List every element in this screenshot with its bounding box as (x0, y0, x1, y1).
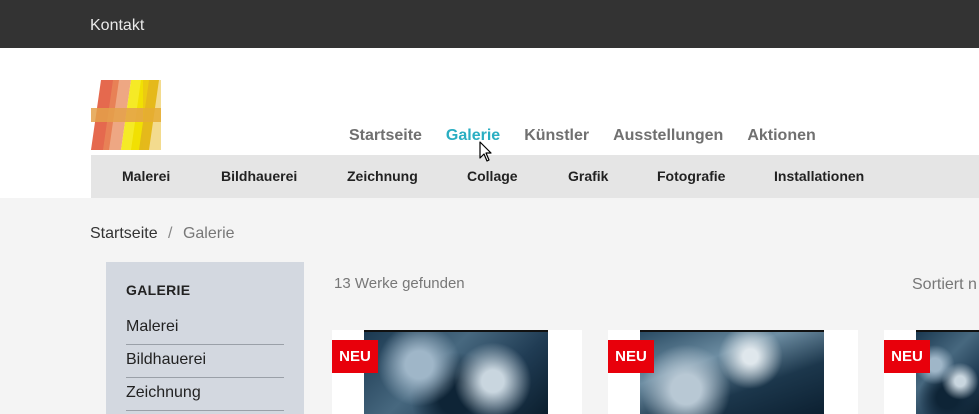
contact-link[interactable]: Kontakt (90, 17, 144, 35)
sidebar-item-bildhauerei[interactable]: Bildhauerei (126, 345, 284, 378)
subnav-fotografie[interactable]: Fotografie (657, 168, 725, 184)
main-navigation: Startseite Galerie Künstler Ausstellunge… (349, 127, 840, 145)
new-badge: NEU (608, 340, 654, 373)
nav-kuenstler[interactable]: Künstler (524, 127, 589, 145)
breadcrumb: Startseite / Galerie (90, 225, 235, 243)
subnav-zeichnung[interactable]: Zeichnung (347, 168, 418, 184)
subnav-malerei[interactable]: Malerei (122, 168, 170, 184)
breadcrumb-home[interactable]: Startseite (90, 225, 158, 242)
subnav-grafik[interactable]: Grafik (568, 168, 608, 184)
new-badge: NEU (332, 340, 378, 373)
logo[interactable] (91, 80, 161, 150)
nav-startseite[interactable]: Startseite (349, 127, 422, 145)
artwork-card[interactable]: NEU (332, 330, 582, 414)
breadcrumb-separator: / (168, 225, 173, 242)
category-navigation: Malerei Bildhauerei Zeichnung Collage Gr… (91, 155, 979, 198)
sidebar-item-zeichnung[interactable]: Zeichnung (126, 378, 284, 411)
breadcrumb-current: Galerie (182, 225, 235, 242)
subnav-bildhauerei[interactable]: Bildhauerei (221, 168, 297, 184)
sidebar-item-malerei[interactable]: Malerei (126, 312, 284, 345)
sort-dropdown[interactable]: Sortiert n (912, 276, 977, 294)
sidebar-item-label: Bildhauerei (126, 351, 207, 368)
subnav-installationen[interactable]: Installationen (774, 168, 864, 184)
nav-aktionen[interactable]: Aktionen (747, 127, 815, 145)
artwork-card[interactable]: NEU (884, 330, 979, 414)
artwork-image[interactable] (640, 330, 824, 414)
artwork-image[interactable] (364, 330, 548, 414)
subnav-collage[interactable]: Collage (467, 168, 518, 184)
sidebar-item-label: Malerei (126, 318, 179, 335)
top-bar: Kontakt (0, 0, 979, 48)
result-count: 13 Werke gefunden (334, 275, 465, 292)
sidebar-item-label: Zeichnung (126, 384, 201, 401)
mouse-pointer-icon (479, 141, 492, 162)
new-badge: NEU (884, 340, 930, 373)
artwork-card[interactable]: NEU (608, 330, 858, 414)
sidebar-title: GALERIE (126, 282, 191, 298)
header: Startseite Galerie Künstler Ausstellunge… (0, 48, 979, 198)
nav-ausstellungen[interactable]: Ausstellungen (613, 127, 723, 145)
sidebar: GALERIE Malerei Bildhauerei Zeichnung (106, 262, 304, 414)
